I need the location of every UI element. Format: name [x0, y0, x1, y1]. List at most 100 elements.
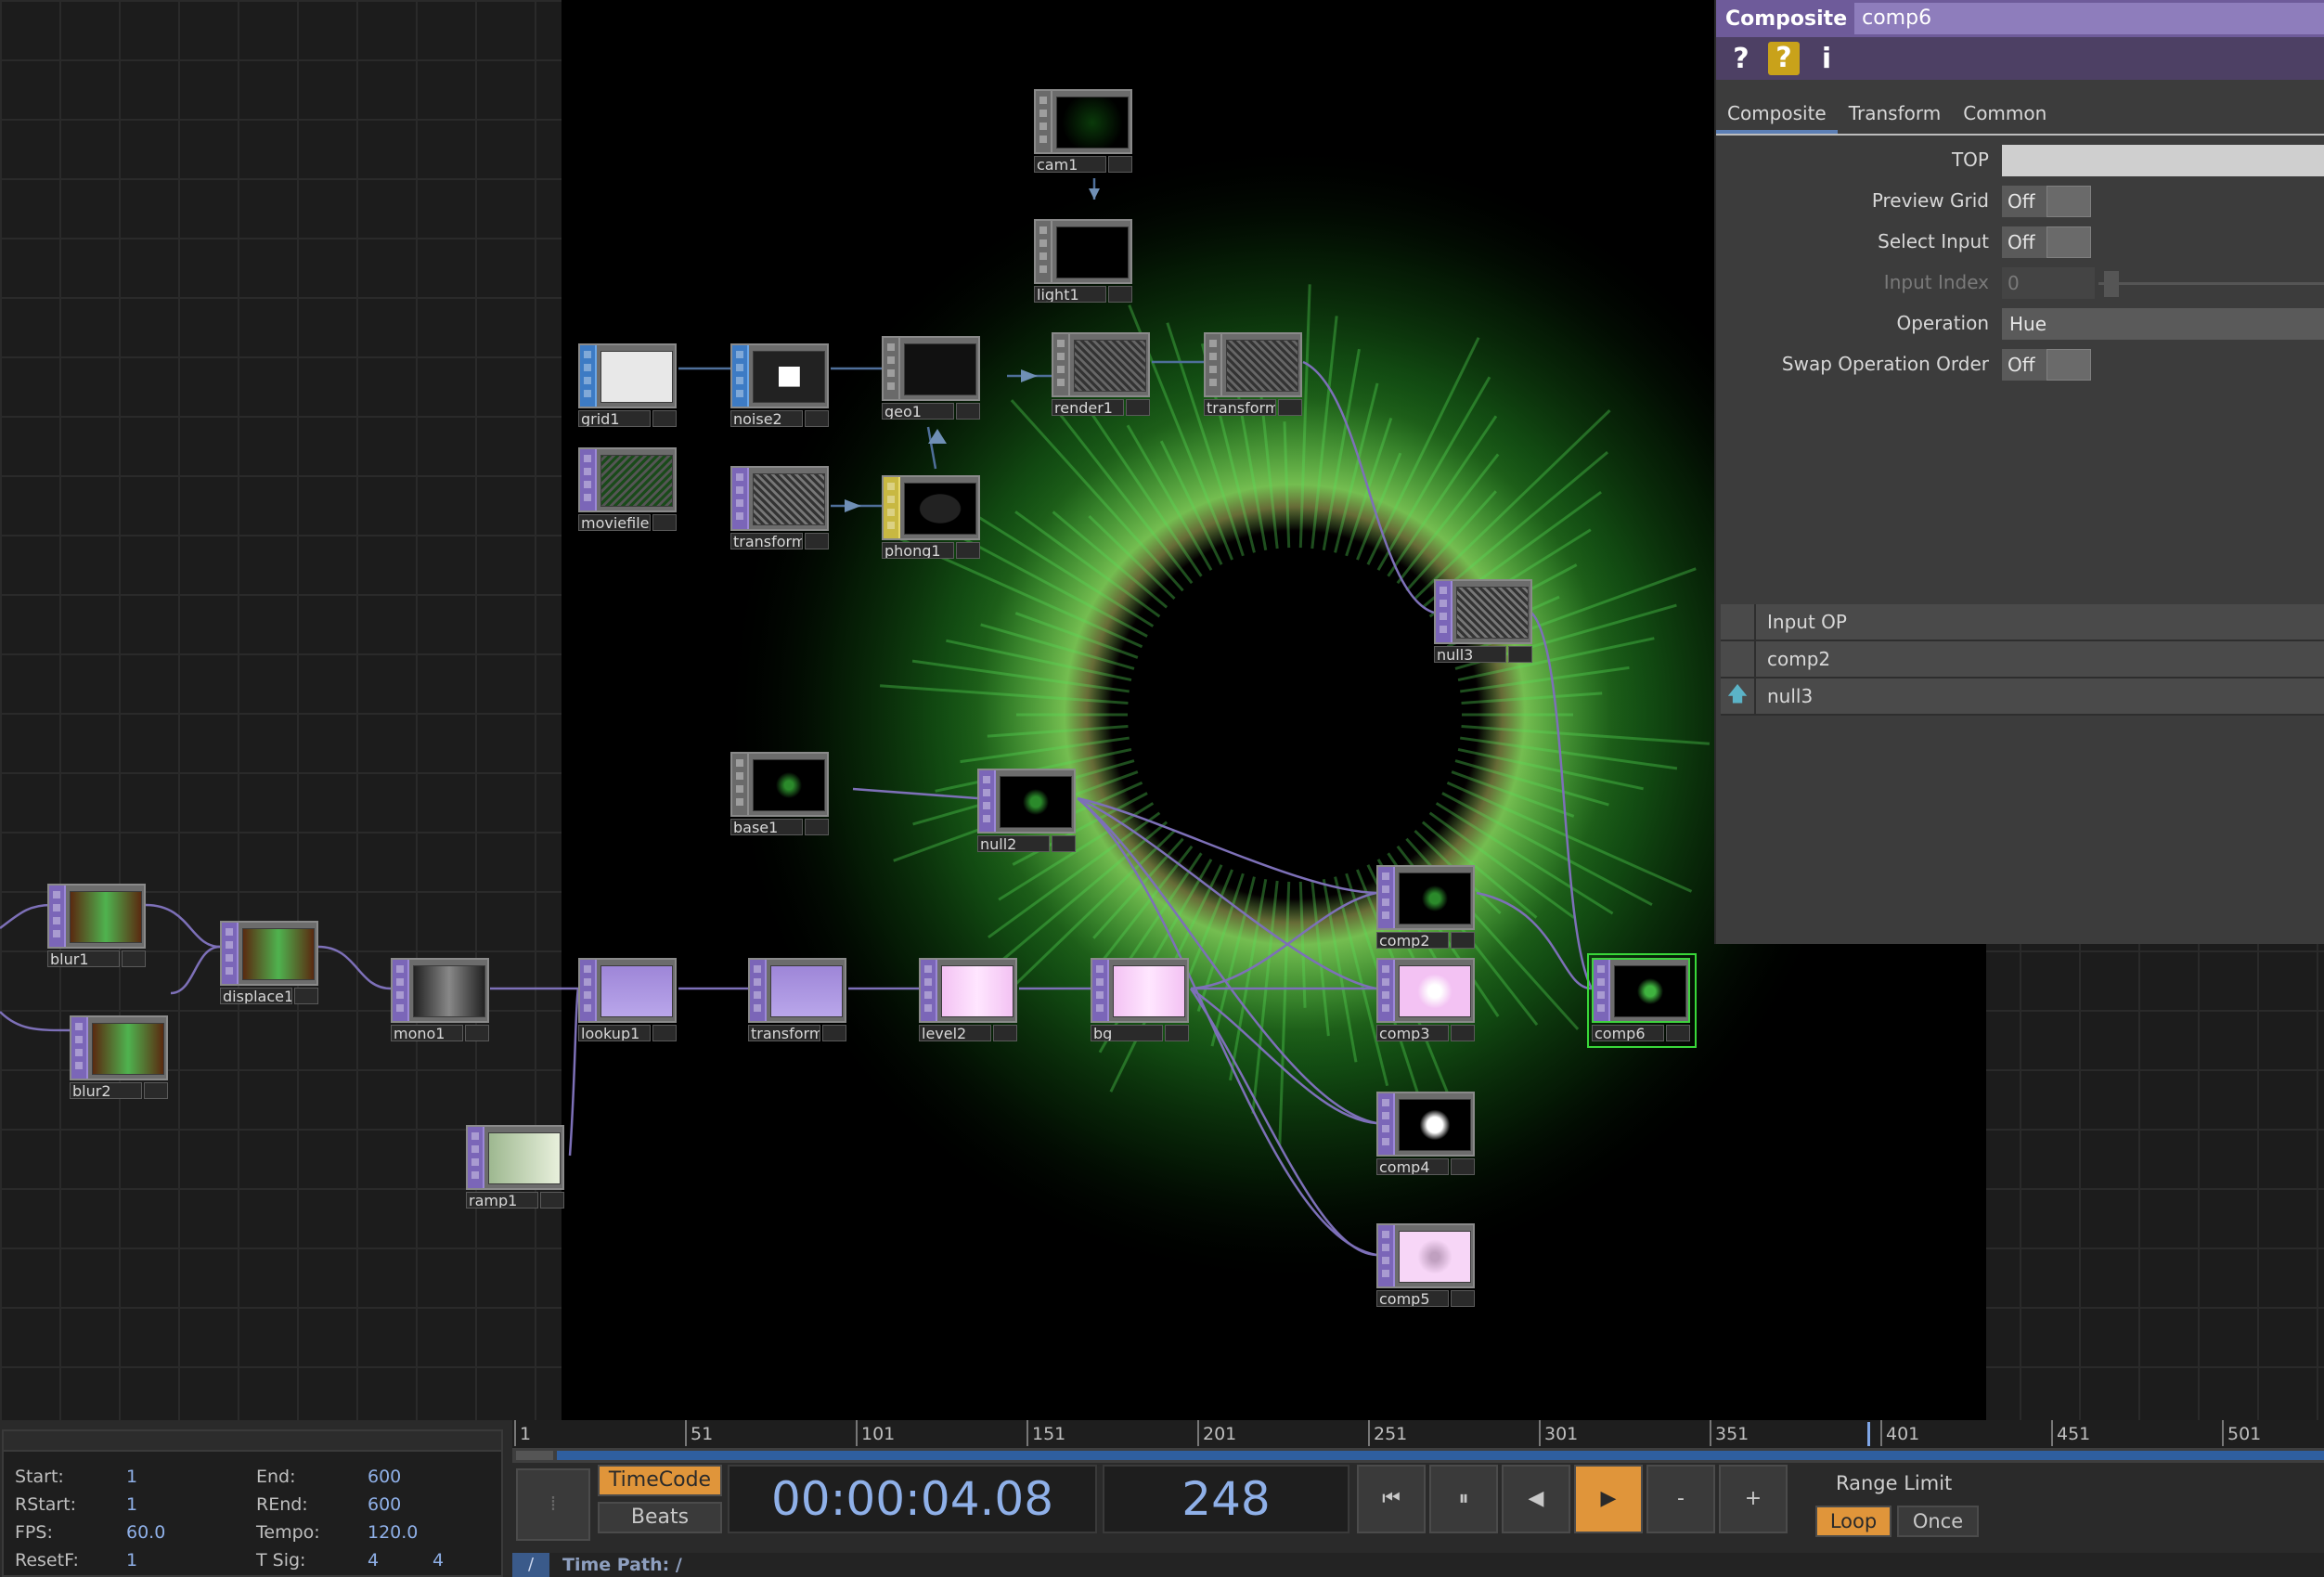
plus-button[interactable]: +: [1719, 1465, 1788, 1533]
node-body[interactable]: [748, 958, 846, 1023]
node-body[interactable]: [1592, 958, 1690, 1023]
node-flag-strip[interactable]: [393, 960, 409, 1021]
node-flags[interactable]: [652, 410, 677, 427]
node-flags[interactable]: [465, 1025, 489, 1041]
tab-transform[interactable]: Transform: [1838, 93, 1952, 134]
operator-node-transform2[interactable]: transform2: [730, 466, 831, 551]
swap-order-switch[interactable]: [2046, 349, 2091, 381]
node-flag-strip[interactable]: [1436, 581, 1452, 642]
node-flag-strip[interactable]: [1378, 867, 1395, 928]
node-flags[interactable]: [1451, 1290, 1475, 1307]
node-flags[interactable]: [805, 410, 829, 427]
operator-node-null3[interactable]: null3: [1434, 579, 1534, 665]
select-input-toggle[interactable]: Off: [2002, 226, 2095, 258]
playhead[interactable]: [1867, 1422, 1870, 1446]
node-flags[interactable]: [956, 542, 980, 559]
node-flags[interactable]: [1451, 1158, 1475, 1175]
operator-node-null2[interactable]: null2: [977, 769, 1078, 854]
node-flag-strip[interactable]: [49, 885, 66, 947]
range-bar[interactable]: [512, 1448, 2324, 1463]
fps-value[interactable]: 60.0: [126, 1522, 165, 1543]
node-flag-strip[interactable]: [580, 345, 597, 407]
node-flag-strip[interactable]: [1378, 960, 1395, 1021]
rend-value[interactable]: 600: [368, 1494, 401, 1515]
operator-node-comp3[interactable]: comp3: [1376, 958, 1477, 1043]
node-flag-strip[interactable]: [921, 960, 937, 1021]
resetf-value[interactable]: 1: [126, 1550, 137, 1571]
operator-node-ramp1[interactable]: ramp1: [466, 1125, 566, 1210]
node-body[interactable]: [882, 475, 980, 540]
node-body[interactable]: [1376, 1223, 1475, 1288]
node-body[interactable]: [730, 752, 829, 817]
node-flag-strip[interactable]: [71, 1017, 88, 1079]
slider-track[interactable]: [2098, 282, 2324, 285]
node-flag-strip[interactable]: [1378, 1093, 1395, 1155]
frame-display[interactable]: 248: [1103, 1465, 1349, 1533]
node-flags[interactable]: [1165, 1025, 1189, 1041]
op-name-field[interactable]: comp6: [1854, 3, 2324, 34]
input-op-name[interactable]: comp2: [1756, 641, 2324, 677]
node-flags[interactable]: [1508, 646, 1532, 663]
tsig-numerator[interactable]: 4: [368, 1550, 379, 1571]
once-button[interactable]: Once: [1897, 1506, 1979, 1537]
beats-button[interactable]: Beats: [598, 1502, 722, 1533]
preview-grid-toggle[interactable]: Off: [2002, 186, 2095, 217]
node-flags[interactable]: [805, 533, 829, 549]
operator-node-noise2[interactable]: noise2: [730, 343, 831, 429]
node-body[interactable]: [1034, 89, 1132, 154]
node-flags[interactable]: [1451, 1025, 1475, 1041]
input-op-row[interactable]: comp2: [1721, 641, 2324, 679]
operation-menu[interactable]: Hue: [2002, 308, 2324, 340]
operator-node-bg[interactable]: bg: [1091, 958, 1191, 1043]
end-value[interactable]: 600: [368, 1467, 401, 1487]
node-body[interactable]: [1034, 219, 1132, 284]
node-flags[interactable]: [294, 988, 318, 1004]
node-flag-strip[interactable]: [580, 449, 597, 511]
node-flag-strip[interactable]: [732, 754, 749, 815]
node-body[interactable]: [578, 958, 677, 1023]
operator-node-comp5[interactable]: comp5: [1376, 1223, 1477, 1309]
time-ruler[interactable]: 1 51 101 151 201 251 301 351 401 451 501: [512, 1420, 2324, 1448]
node-flags[interactable]: [993, 1025, 1017, 1041]
node-flag-strip[interactable]: [468, 1127, 484, 1188]
node-flags[interactable]: [1278, 399, 1302, 416]
operator-node-cam1[interactable]: cam1: [1034, 89, 1134, 175]
timeline-handle-button[interactable]: ⁞: [516, 1468, 590, 1541]
operator-node-light1[interactable]: light1: [1034, 219, 1134, 304]
node-flags[interactable]: [1052, 835, 1076, 852]
node-flag-strip[interactable]: [1036, 91, 1052, 152]
operator-node-blur1[interactable]: blur1: [47, 884, 148, 969]
operator-node-grid1[interactable]: grid1: [578, 343, 678, 429]
node-flag-strip[interactable]: [750, 960, 767, 1021]
operator-node-geo1[interactable]: geo1: [882, 336, 982, 421]
operator-node-level2[interactable]: level2: [919, 958, 1019, 1043]
arrow-up-icon[interactable]: 🡅: [1721, 679, 1756, 714]
node-body[interactable]: [730, 466, 829, 531]
minus-button[interactable]: -: [1646, 1465, 1715, 1533]
info-icon[interactable]: i: [1811, 43, 1842, 75]
node-flag-strip[interactable]: [732, 345, 749, 407]
preview-grid-switch[interactable]: [2046, 186, 2091, 217]
node-flag-strip[interactable]: [1036, 221, 1052, 282]
node-flag-strip[interactable]: [222, 923, 239, 984]
node-body[interactable]: [977, 769, 1076, 834]
node-body[interactable]: [578, 447, 677, 512]
node-body[interactable]: [47, 884, 146, 949]
start-value[interactable]: 1: [126, 1467, 137, 1487]
node-flags[interactable]: [956, 403, 980, 420]
tsig-denominator[interactable]: 4: [433, 1550, 444, 1571]
node-flag-strip[interactable]: [1053, 334, 1070, 395]
range-handle[interactable]: [516, 1451, 553, 1460]
node-body[interactable]: [70, 1015, 168, 1080]
node-flags[interactable]: [652, 514, 677, 531]
operator-node-blur2[interactable]: blur2: [70, 1015, 170, 1101]
node-body[interactable]: [391, 958, 489, 1023]
node-flag-strip[interactable]: [1092, 960, 1109, 1021]
node-flags[interactable]: [540, 1192, 564, 1209]
operator-node-moviefilein1[interactable]: moviefilein1: [578, 447, 678, 533]
node-body[interactable]: [1376, 958, 1475, 1023]
input-op-name[interactable]: null3: [1756, 679, 2324, 714]
tab-common[interactable]: Common: [1952, 93, 2058, 134]
node-flags[interactable]: [1126, 399, 1150, 416]
play-button[interactable]: ▶: [1574, 1465, 1643, 1533]
